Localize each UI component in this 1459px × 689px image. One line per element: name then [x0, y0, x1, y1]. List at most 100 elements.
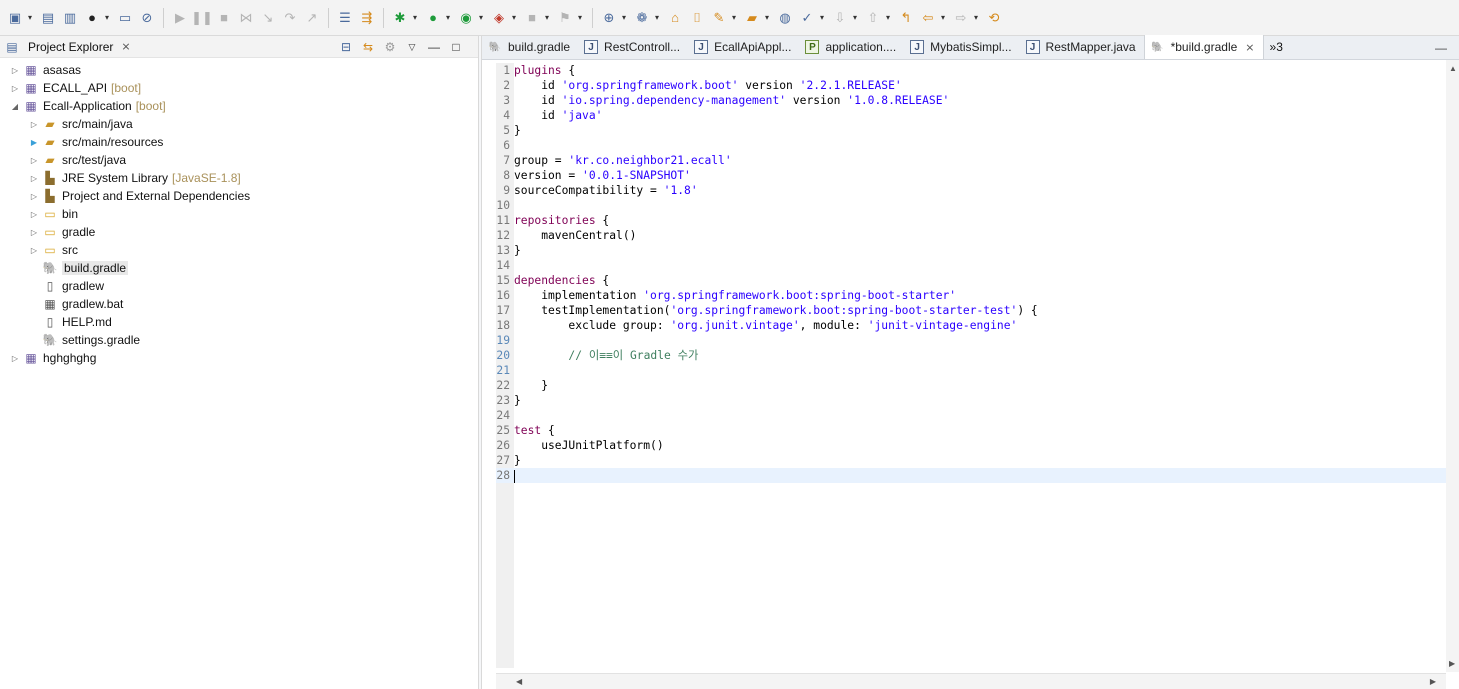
expand-arrow-icon[interactable]: ▷: [29, 228, 39, 237]
new-class-dropdown[interactable]: ▾: [620, 9, 628, 27]
collapse-arrow-icon[interactable]: ◢: [10, 102, 20, 111]
open-folder-dropdown[interactable]: ▾: [763, 9, 771, 27]
scroll-left-icon[interactable]: ◀: [516, 677, 522, 686]
step-over-icon[interactable]: ↷: [281, 9, 299, 27]
code-content[interactable]: 1 plugins { 2 id 'org.springframework.boo…: [496, 63, 1452, 483]
horizontal-scrollbar[interactable]: ◀ ▶: [496, 673, 1446, 689]
build-icon[interactable]: ⚑: [556, 9, 574, 27]
expand-arrow-icon[interactable]: ▷: [29, 120, 39, 129]
open-folder-icon[interactable]: ▰: [743, 9, 761, 27]
debug-icon[interactable]: ✱: [391, 9, 409, 27]
step-into-icon[interactable]: ↘: [259, 9, 277, 27]
close-icon[interactable]: ⨯: [1245, 41, 1254, 54]
expand-arrow-icon[interactable]: ▷: [10, 354, 20, 363]
terminate-icon[interactable]: ■: [215, 9, 233, 27]
tree-item-gradle[interactable]: ▷ ▭ gradle: [0, 223, 478, 241]
coverage-dropdown[interactable]: ▾: [477, 9, 485, 27]
build-dropdown[interactable]: ▾: [576, 9, 584, 27]
spring-dropdown[interactable]: ▾: [653, 9, 661, 27]
filter-icon[interactable]: ⚙: [382, 39, 398, 55]
stop-icon[interactable]: ■: [523, 9, 541, 27]
tree-item-build-gradle[interactable]: 🐘 build.gradle: [0, 259, 478, 277]
debug-dropdown[interactable]: ▾: [411, 9, 419, 27]
search-icon[interactable]: ✎: [710, 9, 728, 27]
prev-annotation-icon[interactable]: ⇧: [864, 9, 882, 27]
next-annotation-dropdown[interactable]: ▾: [851, 9, 859, 27]
skip-breakpoints-icon[interactable]: ⊘: [138, 9, 156, 27]
scroll-right-icon[interactable]: ▶: [1430, 677, 1436, 686]
expand-arrow-icon[interactable]: ▷: [29, 174, 39, 183]
expand-arrow-icon[interactable]: ▷: [29, 246, 39, 255]
expand-arrow-icon[interactable]: ▷: [29, 192, 39, 201]
run-dropdown[interactable]: ▾: [444, 9, 452, 27]
collapse-all-icon[interactable]: ⊟: [338, 39, 354, 55]
tab-build-gradle[interactable]: 🐘 build.gradle: [482, 35, 578, 59]
tree-item-hghghghg[interactable]: ▷ ▦ hghghghg: [0, 349, 478, 367]
close-icon[interactable]: ⨯: [121, 40, 130, 53]
tree-item-gradlew-bat[interactable]: ▦ gradlew.bat: [0, 295, 478, 313]
annotation-icon[interactable]: ✓: [798, 9, 816, 27]
external-tools-dropdown[interactable]: ▾: [510, 9, 518, 27]
tree-item-project-dependencies[interactable]: ▷ ▙ Project and External Dependencies: [0, 187, 478, 205]
tab-application-properties[interactable]: P application....: [799, 35, 904, 59]
maximize-icon[interactable]: □: [448, 39, 464, 55]
tree-item-src-main-resources[interactable]: ▶ ▰ src/main/resources: [0, 133, 478, 151]
stop-dropdown[interactable]: ▾: [543, 9, 551, 27]
tab-ecall-api-application[interactable]: J EcallApiAppl...: [688, 35, 799, 59]
tab-rest-controller[interactable]: J RestControll...: [578, 35, 688, 59]
forward-dropdown[interactable]: ▾: [972, 9, 980, 27]
open-type-icon[interactable]: ⌂: [666, 9, 684, 27]
coverage-icon[interactable]: ◉: [457, 9, 475, 27]
tree-item-jre-system-library[interactable]: ▷ ▙ JRE System Library [JavaSE-1.8]: [0, 169, 478, 187]
prev-annotation-dropdown[interactable]: ▾: [884, 9, 892, 27]
link-with-editor-icon[interactable]: ⇆: [360, 39, 376, 55]
tree-item-ecall-api[interactable]: ▷ ▦ ECALL_API [boot]: [0, 79, 478, 97]
annotation-dropdown[interactable]: ▾: [818, 9, 826, 27]
tree-item-help-md[interactable]: ▯ HELP.md: [0, 313, 478, 331]
globe-icon[interactable]: ◍: [776, 9, 794, 27]
tree-item-bin[interactable]: ▷ ▭ bin: [0, 205, 478, 223]
tab-build-gradle-modified[interactable]: 🐘 *build.gradle ⨯: [1143, 35, 1264, 59]
tab-overflow-button[interactable]: »3: [1270, 35, 1283, 59]
disconnect-icon[interactable]: ⋈: [237, 9, 255, 27]
tree-item-src-test-java[interactable]: ▷ ▰ src/test/java: [0, 151, 478, 169]
tab-rest-mapper[interactable]: J RestMapper.java: [1020, 35, 1144, 59]
minimize-icon[interactable]: —: [426, 39, 442, 55]
expand-arrow-icon[interactable]: ▷: [10, 66, 20, 75]
expand-arrow-icon[interactable]: ▷: [29, 210, 39, 219]
scroll-up-icon[interactable]: ▲: [1449, 64, 1457, 73]
last-edit-icon[interactable]: ↰: [897, 9, 915, 27]
save-icon[interactable]: ▤: [39, 9, 57, 27]
new-icon[interactable]: ▣: [6, 9, 24, 27]
scroll-down-icon[interactable]: ▶: [1449, 659, 1455, 668]
code-editor[interactable]: 1 plugins { 2 id 'org.springframework.boo…: [482, 60, 1459, 689]
profile-dropdown[interactable]: ▾: [103, 9, 111, 27]
project-explorer-title[interactable]: Project Explorer: [28, 40, 113, 54]
suspend-icon[interactable]: ❚❚: [191, 9, 213, 27]
step-return-icon[interactable]: ↗: [303, 9, 321, 27]
tree-item-src-main-java[interactable]: ▷ ▰ src/main/java: [0, 115, 478, 133]
search-dropdown[interactable]: ▾: [730, 9, 738, 27]
expand-arrow-icon[interactable]: ▷: [29, 156, 39, 165]
view-menu-icon[interactable]: ▽: [404, 39, 420, 55]
next-annotation-icon[interactable]: ⇩: [831, 9, 849, 27]
profile-icon[interactable]: ●: [83, 9, 101, 27]
minimize-icon[interactable]: —: [1435, 41, 1447, 55]
sync-icon[interactable]: ⟲: [985, 9, 1003, 27]
vertical-scrollbar[interactable]: ▲ ▶: [1446, 60, 1459, 672]
new-dropdown[interactable]: ▾: [26, 9, 34, 27]
tree-item-asasas[interactable]: ▷ ▦ asasas: [0, 61, 478, 79]
tree-item-settings-gradle[interactable]: 🐘 settings.gradle: [0, 331, 478, 349]
back-dropdown[interactable]: ▾: [939, 9, 947, 27]
back-icon[interactable]: ⇦: [919, 9, 937, 27]
expand-arrow-icon[interactable]: ▷: [10, 84, 20, 93]
external-tools-icon[interactable]: ◈: [490, 9, 508, 27]
tree-item-ecall-application[interactable]: ◢ ▦ Ecall-Application [boot]: [0, 97, 478, 115]
tree-item-src[interactable]: ▷ ▭ src: [0, 241, 478, 259]
tree-item-gradlew[interactable]: ▯ gradlew: [0, 277, 478, 295]
new-class-icon[interactable]: ⊕: [600, 9, 618, 27]
forward-icon[interactable]: ⇨: [952, 9, 970, 27]
terminal-icon[interactable]: ▭: [116, 9, 134, 27]
save-all-icon[interactable]: ▥: [61, 9, 79, 27]
open-task-icon[interactable]: ⌷: [688, 9, 706, 27]
